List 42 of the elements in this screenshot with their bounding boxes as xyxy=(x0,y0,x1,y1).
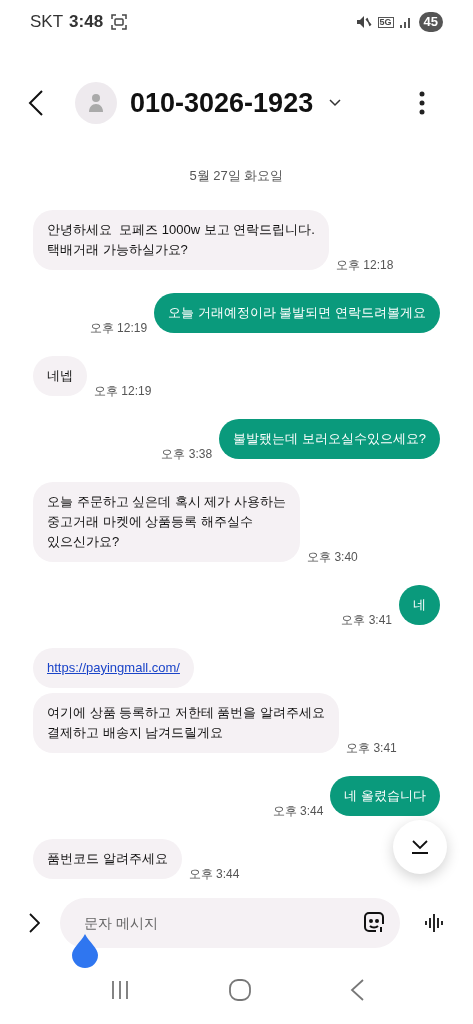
more-icon[interactable] xyxy=(419,91,425,115)
message-bubble: 오늘 주문하고 싶은데 혹시 제가 사용하는 중고거래 마켓에 상품등록 해주실수 있으신가요? xyxy=(33,482,301,562)
sticker-icon[interactable] xyxy=(362,911,386,935)
expand-icon[interactable] xyxy=(28,913,40,933)
message-time: 오후 3:41 xyxy=(346,740,397,757)
message-time: 오후 12:19 xyxy=(89,320,148,337)
message-time: 오후 3:44 xyxy=(188,866,240,883)
message-time: 오후 3:41 xyxy=(341,612,392,629)
clock-text: 3:48 xyxy=(69,11,104,34)
screenshot-icon xyxy=(111,14,128,30)
contact-number: 010-3026-1923 xyxy=(130,86,314,120)
person-icon xyxy=(88,93,104,113)
recent-apps-icon[interactable] xyxy=(109,980,130,1000)
date-divider: 5월 27일 화요일 xyxy=(189,167,284,184)
message-time: 오후 3:40 xyxy=(307,549,358,566)
message-bubble: 여기에 상품 등록하고 저한테 품번을 알려주세요 결제하고 배송지 남겨드릴게요 xyxy=(33,693,340,753)
network-text: 5G xyxy=(377,16,394,28)
scroll-down-icon xyxy=(411,840,429,854)
voice-icon[interactable] xyxy=(424,912,446,934)
carrier-text: SKT xyxy=(30,11,64,34)
message-bubble: 네 xyxy=(399,585,440,625)
message-link[interactable]: https://payingmall.com/ xyxy=(47,660,180,675)
message-bubble: 오늘 거래예정이라 불발되면 연락드려볼게요 xyxy=(154,293,440,333)
scroll-down-button[interactable] xyxy=(393,820,447,874)
message-bubble: 안녕하세요 모페즈 1000w 보고 연락드립니다. 택배거래 가능하실가요? xyxy=(33,210,329,270)
mute-icon xyxy=(355,15,372,29)
back-icon[interactable] xyxy=(28,90,44,116)
message-time: 오후 3:38 xyxy=(161,446,213,463)
message-input[interactable]: 문자 메시지 xyxy=(60,898,400,948)
message-time: 오후 3:44 xyxy=(272,803,324,820)
battery-indicator: 45 xyxy=(418,12,443,32)
home-icon[interactable] xyxy=(228,979,251,1001)
signal-icon xyxy=(398,16,413,28)
message-time: 오후 12:19 xyxy=(94,383,152,400)
cursor-handle-icon xyxy=(71,934,99,968)
message-bubble: 품번코드 알려주세요 xyxy=(33,839,182,879)
back-nav-icon[interactable] xyxy=(349,979,364,1001)
chevron-down-icon[interactable] xyxy=(329,99,342,107)
message-time: 오후 12:18 xyxy=(336,257,394,274)
message-bubble: 불발됐는데 보러오실수있으세요? xyxy=(219,419,440,459)
message-bubble: 네넵 xyxy=(33,356,87,396)
message-bubble: 네 올렸습니다 xyxy=(330,776,440,816)
